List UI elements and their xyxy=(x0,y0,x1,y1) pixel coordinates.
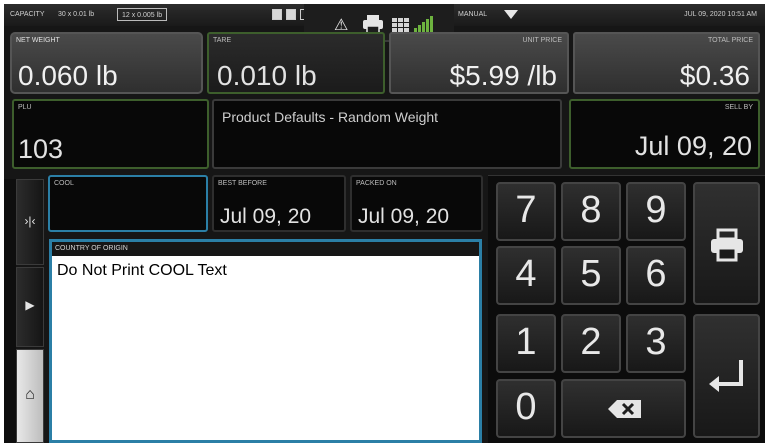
net-weight-label: NET WEIGHT xyxy=(16,37,60,44)
key-5[interactable]: 5 xyxy=(561,246,621,305)
plu-label: PLU xyxy=(18,104,32,111)
unit-price-value: $5.99 /lb xyxy=(449,60,557,91)
sell-by-value: Jul 09, 20 xyxy=(634,131,752,161)
signal-icon xyxy=(414,16,433,32)
net-weight-value: 0.060 lb xyxy=(18,60,118,91)
packed-on-label: PACKED ON xyxy=(356,180,397,187)
best-before-value: Jul 09, 20 xyxy=(220,205,312,228)
plu-panel[interactable]: PLU 103 xyxy=(12,99,209,169)
interval-indicator-1 xyxy=(272,9,282,20)
enter-icon xyxy=(709,360,743,392)
net-weight-panel: NET WEIGHT 0.060 lb xyxy=(10,32,203,94)
total-price-panel: TOTAL PRICE $0.36 xyxy=(573,32,760,94)
next-nav-button[interactable]: ▶ xyxy=(16,267,44,347)
grid-icon[interactable] xyxy=(392,18,409,32)
key-3[interactable]: 3 xyxy=(626,314,686,373)
packed-on-panel[interactable]: PACKED ON Jul 09, 20 xyxy=(350,175,483,232)
cool-label: COOL xyxy=(54,180,74,187)
country-of-origin-panel[interactable]: COUNTRY OF ORIGIN Do Not Print COOL Text xyxy=(49,239,482,443)
best-before-label: BEST BEFORE xyxy=(218,180,267,187)
key-0[interactable]: 0 xyxy=(496,379,556,438)
scale-screen: CAPACITY 30 x 0.01 lb 12 x 0.005 lb MANU… xyxy=(4,4,765,443)
country-of-origin-label: COUNTRY OF ORIGIN xyxy=(52,242,479,256)
key-9[interactable]: 9 xyxy=(626,182,686,241)
total-price-label: TOTAL PRICE xyxy=(708,37,753,44)
scale-nav-button[interactable]: ›|‹ xyxy=(16,179,44,265)
cool-panel[interactable]: COOL xyxy=(48,175,208,232)
nav-rail xyxy=(4,179,16,443)
total-price-value: $0.36 xyxy=(679,60,750,91)
print-button[interactable] xyxy=(693,182,760,305)
tare-value: 0.010 lb xyxy=(217,60,317,91)
unit-price-panel[interactable]: UNIT PRICE $5.99 /lb xyxy=(389,32,569,94)
packed-on-value: Jul 09, 20 xyxy=(358,205,450,228)
key-4[interactable]: 4 xyxy=(496,246,556,305)
key-8[interactable]: 8 xyxy=(561,182,621,241)
enter-button[interactable] xyxy=(693,314,760,438)
home-nav-button[interactable]: ⌂ xyxy=(16,349,44,443)
backspace-icon xyxy=(608,400,641,418)
capacity-label: CAPACITY xyxy=(10,11,45,18)
tare-label: TARE xyxy=(213,37,232,44)
printer-icon xyxy=(711,228,743,262)
plu-value: 103 xyxy=(18,134,64,164)
key-6[interactable]: 6 xyxy=(626,246,686,305)
mode-label: MANUAL xyxy=(458,11,488,18)
tare-panel[interactable]: TARE 0.010 lb xyxy=(207,32,385,94)
play-icon: ▶ xyxy=(25,298,35,312)
best-before-panel[interactable]: BEST BEFORE Jul 09, 20 xyxy=(212,175,346,232)
unit-price-label: UNIT PRICE xyxy=(522,37,562,44)
key-2[interactable]: 2 xyxy=(561,314,621,373)
key-1[interactable]: 1 xyxy=(496,314,556,373)
product-description: Product Defaults - Random Weight xyxy=(222,109,439,125)
backspace-button[interactable] xyxy=(561,379,686,438)
sell-by-panel[interactable]: SELL BY Jul 09, 20 xyxy=(569,99,760,169)
key-7[interactable]: 7 xyxy=(496,182,556,241)
datetime: JUL 09, 2020 10:51 AM xyxy=(684,11,757,18)
product-description-panel[interactable]: Product Defaults - Random Weight xyxy=(212,99,562,169)
country-of-origin-text[interactable]: Do Not Print COOL Text xyxy=(52,256,479,286)
capacity-range-1: 30 x 0.01 lb xyxy=(58,11,95,18)
interval-indicator-2 xyxy=(286,9,296,20)
scale-icon: ›|‹ xyxy=(24,214,36,228)
capacity-range-2: 12 x 0.005 lb xyxy=(117,8,168,21)
home-icon: ⌂ xyxy=(25,386,35,403)
sell-by-label: SELL BY xyxy=(724,104,753,111)
dropdown-icon[interactable] xyxy=(504,10,518,19)
